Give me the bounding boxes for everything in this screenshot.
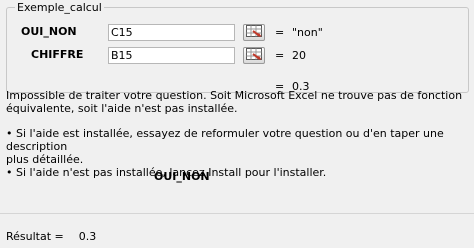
divider — [0, 213, 474, 214]
arg-label-chiffre: CHIFFRE — [31, 48, 84, 61]
message-line: • Si l'aide est installée, essayez de re… — [6, 127, 444, 153]
result-label: Résultat = — [6, 230, 64, 243]
collapse-dialog-icon — [246, 48, 262, 63]
collapse-dialog-button-oui-non[interactable] — [243, 24, 265, 41]
arg-input-chiffre[interactable] — [108, 47, 235, 64]
group-title: Exemple_calcul — [15, 1, 104, 15]
result-footer: Résultat = 0.3 — [6, 230, 96, 244]
help-message: Impossible de traiter votre question. So… — [6, 89, 468, 179]
equals-sign: = — [275, 26, 285, 39]
arg-result-chiffre: 20 — [292, 49, 306, 62]
result-value: 0.3 — [78, 230, 97, 243]
equals-sign: = — [275, 49, 285, 62]
collapse-dialog-icon — [246, 25, 262, 40]
message-line: Impossible de traiter votre question. So… — [6, 89, 463, 102]
message-line: • Si l'aide n'est pas installée, lancez … — [6, 166, 327, 179]
message-line: équivalente, soit l'aide n'est pas insta… — [6, 102, 238, 115]
message-line: plus détaillée. — [6, 153, 84, 166]
argument-name-heading: OUI_NON — [154, 170, 210, 183]
arg-input-oui-non[interactable] — [108, 24, 235, 41]
arg-result-oui-non: "non" — [292, 26, 323, 39]
function-arguments-group: Exemple_calcul OUI_NON = "non" CHIFFRE — [6, 1, 469, 93]
collapse-dialog-button-chiffre[interactable] — [243, 47, 265, 64]
arg-label-oui-non: OUI_NON — [21, 25, 77, 38]
